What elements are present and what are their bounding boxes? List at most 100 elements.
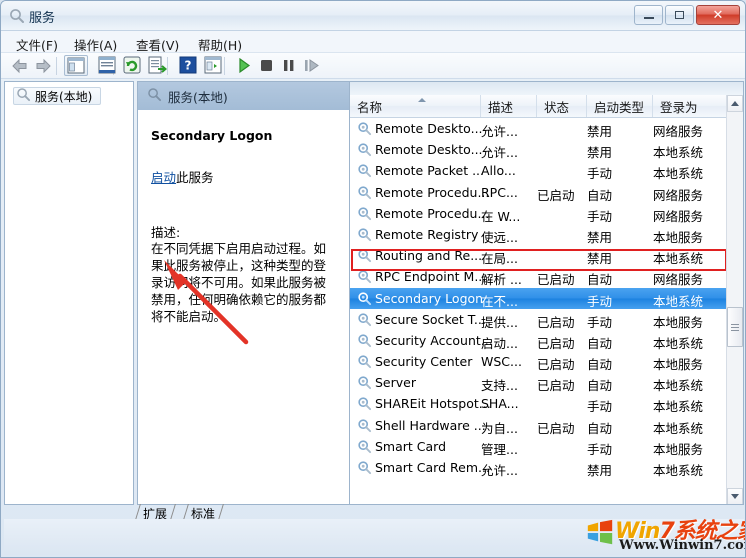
services-gear-icon xyxy=(9,8,25,24)
menu-item-action[interactable]: 操作(A) xyxy=(69,34,122,55)
scroll-up-button[interactable] xyxy=(727,95,743,112)
properties-icon[interactable] xyxy=(97,56,117,76)
menu-item-view[interactable]: 查看(V) xyxy=(131,34,184,55)
services-list-pane: 名称 描述 状态 启动类型 登录为 Remote Deskto... 允许... 禁… xyxy=(349,81,744,505)
scrollbar-thumb[interactable] xyxy=(727,307,743,347)
column-header-description[interactable]: 描述 xyxy=(481,95,537,117)
restart-service-icon[interactable] xyxy=(301,56,321,76)
service-gear-icon xyxy=(357,418,372,433)
column-header-logon-as[interactable]: 登录为 xyxy=(653,95,728,117)
show-tree-pane-icon[interactable] xyxy=(64,55,88,76)
close-button[interactable]: ✕ xyxy=(696,5,740,25)
menu-item-file[interactable]: 文件(F) xyxy=(11,34,63,55)
scroll-down-button[interactable] xyxy=(727,488,743,504)
minimize-button[interactable] xyxy=(634,5,663,25)
window-title: 服务 xyxy=(29,11,56,26)
help-icon[interactable]: ? xyxy=(178,56,198,76)
cell-startup-type: 禁用 xyxy=(587,463,613,478)
list-vertical-scrollbar[interactable] xyxy=(726,95,743,504)
table-row[interactable]: Remote Deskto... 允许... 禁用 本地系统 xyxy=(350,139,728,160)
cell-description: 解析 ... xyxy=(481,272,522,288)
stop-service-icon[interactable] xyxy=(257,56,277,76)
start-service-link[interactable]: 启动 xyxy=(151,170,176,185)
selected-service-name: Secondary Logon xyxy=(151,128,273,143)
cell-logon-as: 网络服务 xyxy=(653,187,704,203)
pause-service-icon[interactable] xyxy=(279,56,299,76)
sort-ascending-icon xyxy=(418,98,426,102)
cell-service-name: Routing and Re... xyxy=(375,248,483,264)
column-header-startup-type[interactable]: 启动类型 xyxy=(587,95,653,117)
cell-description: Allo... xyxy=(481,163,516,179)
cell-service-name: Security Account... xyxy=(375,332,493,348)
window-controls: ✕ xyxy=(634,5,740,25)
column-header-status[interactable]: 状态 xyxy=(537,95,587,117)
table-row[interactable]: Remote Deskto... 允许... 禁用 网络服务 xyxy=(350,118,728,139)
column-header-name[interactable]: 名称 xyxy=(350,95,481,117)
service-gear-icon xyxy=(357,291,372,306)
cell-status: 已启动 xyxy=(537,335,575,351)
table-row[interactable]: Smart Card 管理... 手动 本地服务 xyxy=(350,436,728,457)
table-row-selected[interactable]: Secondary Logon 在不... 手动 本地系统 xyxy=(350,287,728,309)
cell-logon-as: 本地系统 xyxy=(653,463,704,478)
service-gear-icon xyxy=(357,121,372,136)
table-row[interactable]: RPC Endpoint M... 解析 ... 已启动 自动 网络服务 xyxy=(350,266,728,287)
cell-startup-type: 自动 xyxy=(587,378,613,394)
cell-logon-as: 本地服务 xyxy=(653,314,704,330)
cell-logon-as: 本地系统 xyxy=(653,378,704,394)
menu-item-help[interactable]: 帮助(H) xyxy=(193,34,247,55)
table-row[interactable]: Secure Socket T... 提供... 已启动 手动 本地服务 xyxy=(350,309,728,330)
maximize-button[interactable] xyxy=(665,5,694,25)
arrow-left-icon[interactable] xyxy=(9,56,29,76)
table-row[interactable]: Remote Packet ... Allo... 手动 本地系统 xyxy=(350,160,728,181)
cell-startup-type: 手动 xyxy=(587,293,613,309)
table-row[interactable]: Smart Card Rem... 允许... 禁用 本地系统 xyxy=(350,457,728,478)
table-row[interactable]: SHAREit Hotspot... SHA... 手动 本地系统 xyxy=(350,393,728,414)
cell-service-name: Smart Card Rem... xyxy=(375,460,490,475)
title-bar: 服务 ✕ xyxy=(1,1,745,31)
table-row[interactable]: Server 支持... 已启动 自动 本地系统 xyxy=(350,372,728,393)
refresh-icon[interactable] xyxy=(122,56,142,76)
main-body: 服务(本地) 服务(本地) Secondary Logon 启动此服务 描述: … xyxy=(4,81,744,513)
cell-service-name: Remote Procedu... xyxy=(375,205,490,221)
table-row[interactable]: Security Account... 启动... 已启动 自动 本地系统 xyxy=(350,330,728,351)
cell-startup-type: 禁用 xyxy=(587,124,613,139)
table-row[interactable]: Routing and Re... 在局... 禁用 本地系统 xyxy=(350,245,728,266)
table-row[interactable]: Remote Procedu... RPC... 已启动 自动 网络服务 xyxy=(350,182,728,203)
table-row[interactable]: Security Center WSC... 已启动 自动 本地服务 xyxy=(350,351,728,372)
cell-description: 允许... xyxy=(481,463,518,478)
start-service-icon[interactable] xyxy=(234,56,254,76)
cell-startup-type: 禁用 xyxy=(587,251,613,267)
cell-logon-as: 本地服务 xyxy=(653,441,704,457)
service-gear-icon xyxy=(357,269,372,284)
watermark-url: Www.Winwin7.com xyxy=(619,538,746,553)
console-tree-pane: 服务(本地) xyxy=(4,81,134,505)
service-gear-icon xyxy=(357,354,372,369)
cell-startup-type: 手动 xyxy=(587,399,613,415)
cell-startup-type: 手动 xyxy=(587,441,613,457)
description-label: 描述: xyxy=(151,225,181,240)
toolbar-separator xyxy=(224,57,225,75)
cell-logon-as: 本地系统 xyxy=(653,293,704,309)
cell-description: 使远... xyxy=(481,229,518,245)
services-row-list: Remote Deskto... 允许... 禁用 网络服务 Remote Deskto… xyxy=(350,118,728,478)
cell-service-name: Server xyxy=(375,375,416,391)
console-pane-icon[interactable] xyxy=(203,56,223,76)
table-row[interactable]: Remote Registry 使远... 禁用 本地服务 xyxy=(350,224,728,245)
table-row[interactable]: Remote Procedu... 在 W... 手动 网络服务 xyxy=(350,203,728,224)
arrow-right-icon[interactable] xyxy=(34,56,54,76)
tree-node-services-local[interactable]: 服务(本地) xyxy=(13,87,102,105)
menu-bar: 文件(F) 操作(A) 查看(V) 帮助(H) xyxy=(1,31,745,53)
cell-logon-as: 本地系统 xyxy=(653,335,704,351)
service-gear-icon xyxy=(357,312,372,327)
cell-description: WSC... xyxy=(481,354,522,370)
cell-description: 支持... xyxy=(481,378,518,394)
service-action-line: 启动此服务 xyxy=(151,167,214,186)
cell-logon-as: 网络服务 xyxy=(653,208,704,224)
service-gear-icon xyxy=(357,333,372,348)
cell-logon-as: 本地服务 xyxy=(653,357,704,373)
cell-service-name: Secondary Logon xyxy=(375,290,484,306)
cell-startup-type: 禁用 xyxy=(587,145,613,161)
cell-service-name: RPC Endpoint M... xyxy=(375,269,487,285)
export-list-icon[interactable] xyxy=(147,56,168,76)
table-row[interactable]: Shell Hardware ... 为自... 已启动 自动 本地系统 xyxy=(350,415,728,436)
